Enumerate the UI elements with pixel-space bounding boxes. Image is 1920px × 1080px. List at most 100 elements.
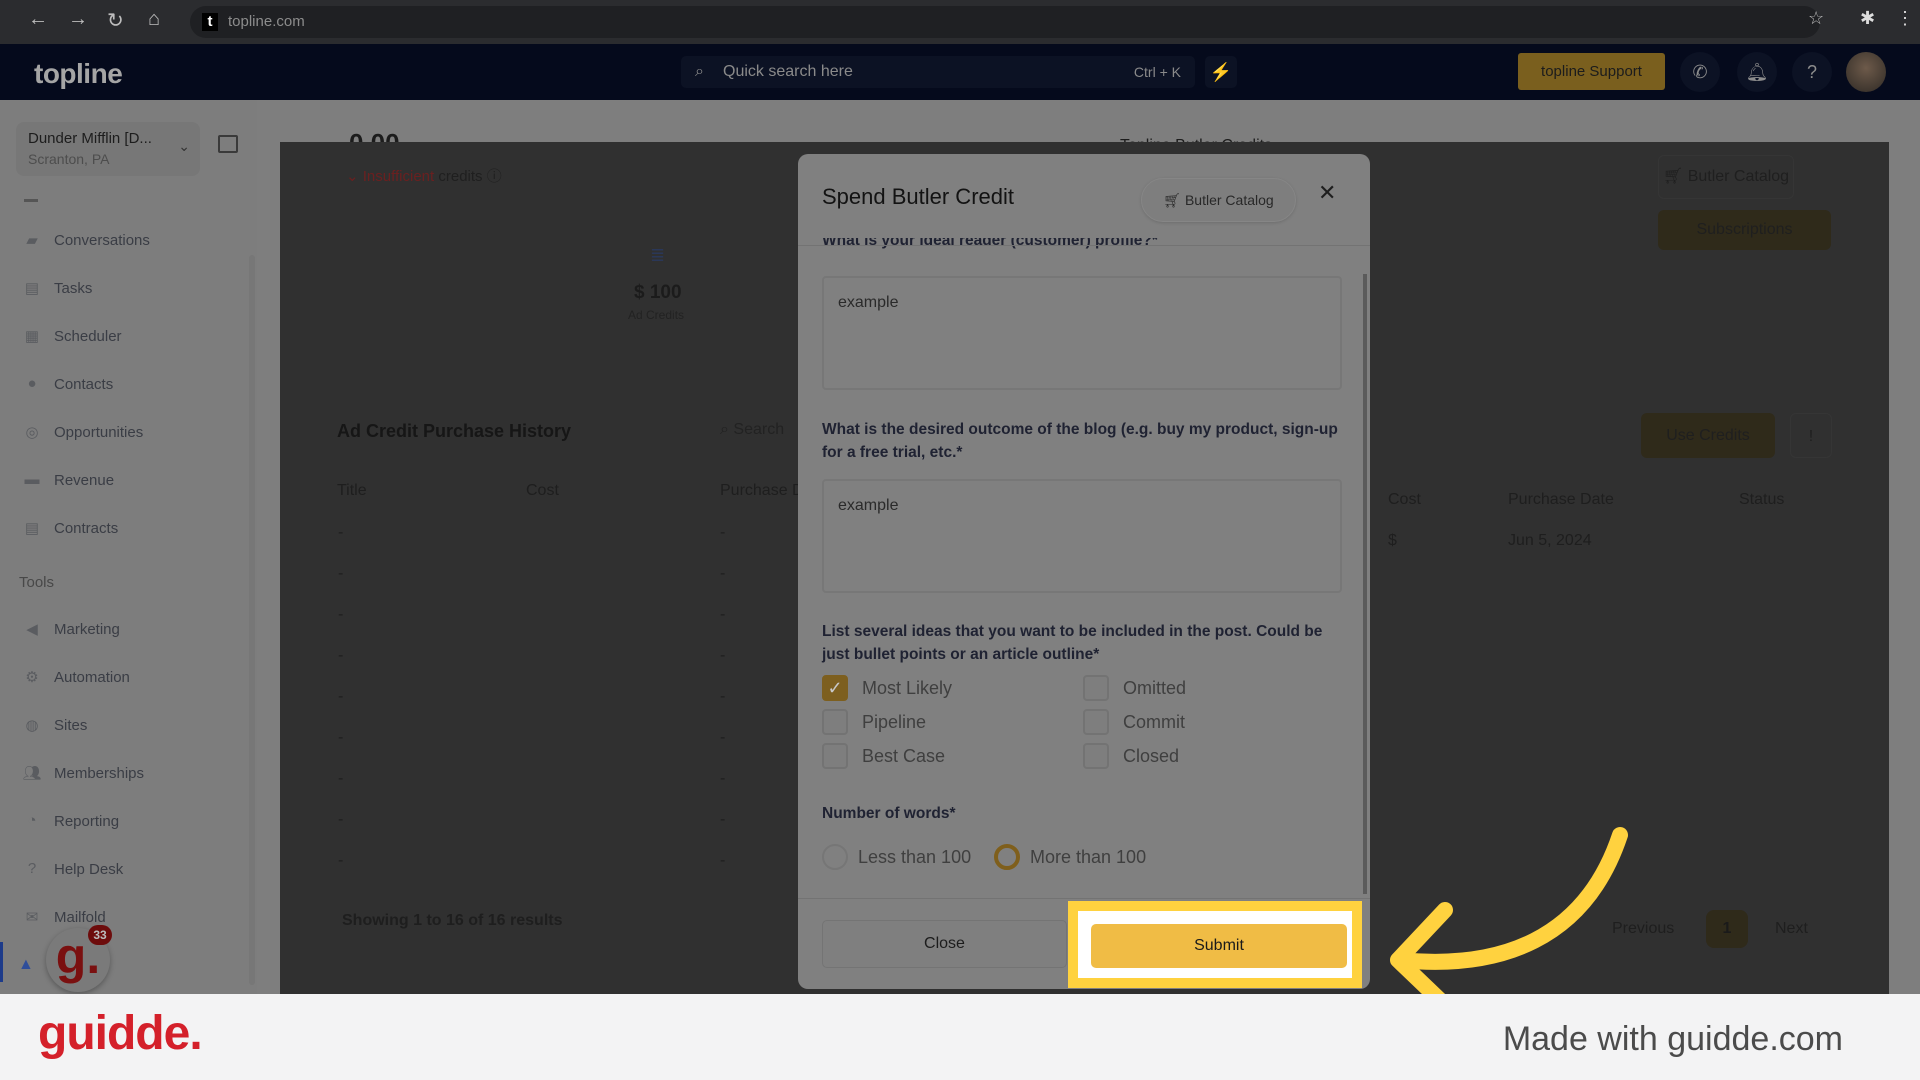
checkbox-commit[interactable]: Commit — [1083, 708, 1185, 736]
radio-label: More than 100 — [1030, 846, 1147, 867]
checkbox-icon — [1083, 709, 1109, 735]
forward-icon[interactable]: → — [68, 8, 88, 31]
col-status: Status — [1739, 491, 1785, 508]
checkbox-omitted[interactable]: Omitted — [1083, 674, 1186, 702]
subscriptions-button[interactable]: Subscriptions — [1658, 210, 1831, 250]
sidebar-item-label: Contacts — [54, 375, 114, 393]
home-icon[interactable]: ⌂ — [148, 8, 160, 31]
checkbox-label: Most Likely — [862, 677, 953, 698]
sidebar-item-contacts[interactable]: ● Contacts — [22, 372, 113, 396]
active-indicator — [0, 942, 3, 982]
phone-icon[interactable]: ✆ — [1680, 52, 1720, 92]
checkbox-label: Omitted — [1123, 677, 1187, 698]
col-cost: Cost — [526, 482, 559, 499]
bg-butler-catalog-button[interactable]: 🛒︎ Butler Catalog — [1658, 155, 1794, 199]
close-icon[interactable]: ✕ — [1318, 180, 1336, 206]
database-icon: ≣ — [650, 245, 666, 265]
divider — [24, 199, 38, 202]
star-icon[interactable]: ☆ — [1808, 8, 1824, 29]
sidebar-toggle-icon[interactable] — [218, 135, 238, 153]
radio-less-than-100[interactable]: Less than 100 — [822, 844, 971, 870]
radio-circle-selected — [994, 844, 1020, 870]
search-icon: ⌕ — [695, 63, 704, 80]
sidebar-item-label: Mailfold — [54, 908, 106, 926]
quick-search[interactable]: ⌕ Quick search here Ctrl + K — [681, 56, 1195, 88]
checkbox-icon — [1083, 743, 1109, 769]
mail-icon: ✉ — [25, 909, 39, 926]
bell-service-icon[interactable]: ▲ — [18, 956, 34, 974]
bolt-icon[interactable]: ⚡ — [1205, 56, 1237, 88]
page-1-button[interactable]: 1 — [1706, 910, 1748, 948]
topline-logo[interactable]: topline — [34, 58, 123, 90]
checkbox-closed[interactable]: Closed — [1083, 742, 1179, 770]
chat-icon: ▰ — [26, 232, 38, 249]
info-icon[interactable]: ⓘ — [487, 168, 502, 185]
chevron-down-icon: ⌄ — [178, 138, 190, 154]
table-cell: - — [338, 688, 344, 705]
sidebar-item-marketing[interactable]: ◀ Marketing — [22, 617, 120, 641]
sidebar-item-contracts[interactable]: ▤ Contracts — [22, 516, 118, 540]
globe-icon: ◍ — [25, 717, 39, 734]
sidebar-item-revenue[interactable]: ▬ Revenue — [22, 468, 115, 492]
butler-catalog-button[interactable]: 🛒︎ Butler Catalog — [1141, 178, 1296, 222]
question-desired-outcome: What is the desired outcome of the blog … — [822, 421, 1338, 461]
sidebar-item-conversations[interactable]: ▰ Conversations — [22, 228, 150, 252]
sidebar-item-reporting[interactable]: ◔ Reporting — [22, 809, 119, 833]
sidebar-item-memberships[interactable]: 👥︎ Memberships — [22, 761, 144, 785]
contacts-icon: ● — [27, 375, 37, 392]
sidebar-item-tasks[interactable]: ▤ Tasks — [22, 276, 92, 300]
sidebar-item-label: Tasks — [54, 279, 93, 297]
table-cell: - — [720, 565, 726, 582]
sidebar-item-scheduler[interactable]: ▦ Scheduler — [22, 324, 122, 348]
checkbox-icon — [1083, 675, 1109, 701]
cart-icon: 🛒︎ — [1163, 192, 1185, 208]
reload-icon[interactable]: ↻ — [107, 8, 124, 33]
sidebar-item-opportunities[interactable]: ◎ Opportunities — [22, 420, 143, 444]
sidebar-item-automation[interactable]: ⚙ Automation — [22, 665, 130, 689]
alert-icon[interactable]: ! — [1790, 413, 1832, 458]
insufficient-label: Insufficient — [362, 168, 435, 185]
radio-label: Less than 100 — [858, 846, 972, 867]
table-cell: - — [720, 688, 726, 705]
checkbox-most-likely[interactable]: ✓ Most Likely — [822, 674, 952, 702]
checkbox-best-case[interactable]: Best Case — [822, 742, 945, 770]
next-page-button[interactable]: Next — [1775, 920, 1808, 938]
close-button[interactable]: Close — [822, 920, 1067, 968]
header-divider — [798, 245, 1370, 246]
table-cell: - — [720, 606, 726, 623]
history-search[interactable]: ⌕ Search — [720, 421, 784, 439]
desired-outcome-textarea[interactable]: example — [822, 479, 1342, 593]
help-icon[interactable]: ? — [1792, 52, 1832, 92]
support-button[interactable]: topline Support — [1518, 53, 1665, 90]
bell-icon[interactable]: 🔔︎ — [1737, 52, 1777, 92]
sidebar-item-help-desk[interactable]: ? Help Desk — [22, 857, 123, 881]
pie-chart-icon: ◔ — [27, 812, 37, 829]
avatar[interactable] — [1846, 52, 1886, 92]
col-title: Title — [337, 482, 367, 499]
sidebar-item-sites[interactable]: ◍ Sites — [22, 713, 87, 737]
table-cell: - — [720, 729, 726, 746]
back-icon[interactable]: ← — [28, 8, 48, 31]
spend-butler-credit-modal: Spend Butler Credit 🛒︎ Butler Catalog ✕ … — [798, 154, 1370, 989]
table-cell: - — [720, 770, 726, 787]
footer-divider — [798, 898, 1370, 899]
help-circle-icon: ? — [27, 860, 37, 877]
made-with-guidde: Made with guidde.com — [1502, 1020, 1843, 1058]
sidebar-item-label: Memberships — [54, 764, 145, 782]
submit-button[interactable]: Submit — [1091, 924, 1347, 968]
reader-profile-textarea[interactable]: example — [822, 276, 1342, 390]
history-title: Ad Credit Purchase History — [337, 421, 572, 441]
extensions-icon[interactable]: ✱ — [1860, 8, 1875, 29]
use-credits-button[interactable]: Use Credits — [1641, 413, 1775, 458]
checkbox-pipeline[interactable]: Pipeline — [822, 708, 926, 736]
table-cell: - — [720, 647, 726, 664]
revenue-icon: ▬ — [24, 471, 40, 488]
account-switcher[interactable]: Dunder Mifflin [D... Scranton, PA ⌄ — [16, 122, 200, 176]
bg-butler-catalog-label: Butler Catalog — [1687, 168, 1790, 185]
address-bar[interactable]: t topline.com — [190, 6, 1820, 38]
modal-scrollbar[interactable] — [1363, 274, 1367, 894]
checkbox-label: Closed — [1123, 745, 1180, 766]
radio-more-than-100[interactable]: More than 100 — [994, 844, 1146, 870]
menu-icon[interactable]: ⋮ — [1896, 8, 1914, 29]
sidebar-scrollbar[interactable] — [249, 255, 255, 985]
